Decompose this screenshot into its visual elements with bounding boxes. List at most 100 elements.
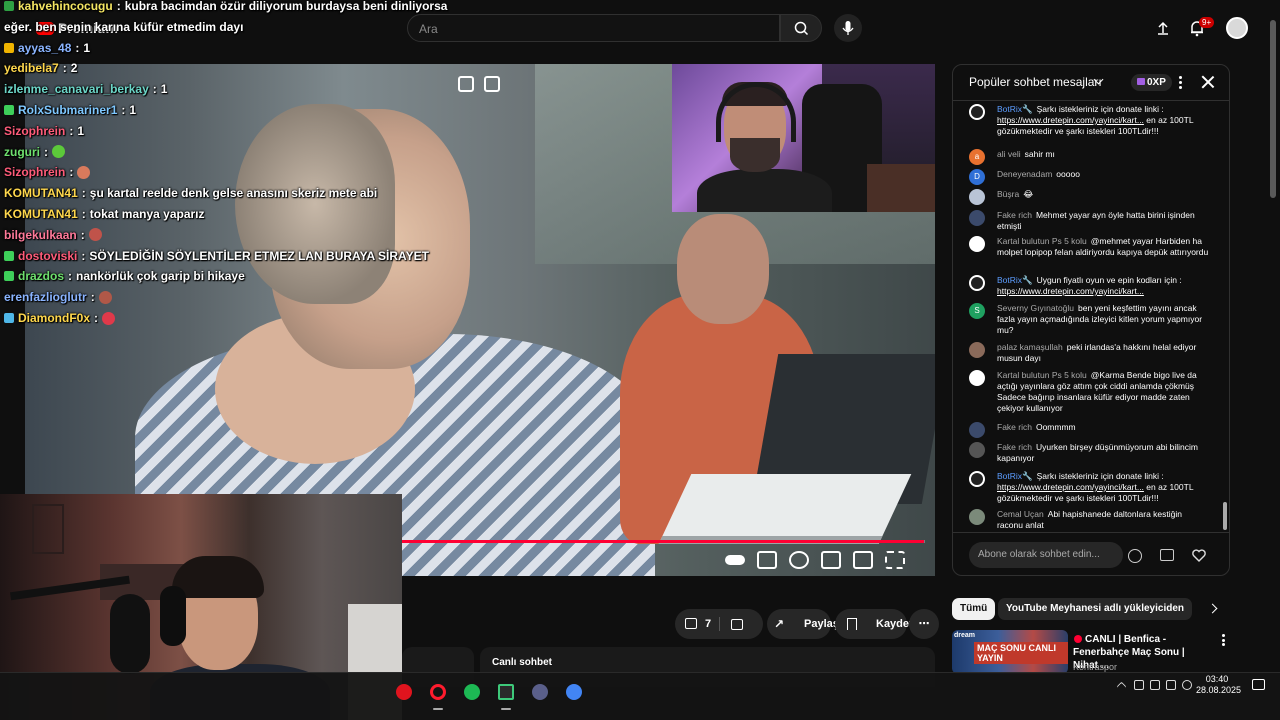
miniplayer-button[interactable] [821,551,841,569]
chat-link[interactable]: https://www.dretepin.com/yayinci/kart... [997,286,1144,296]
chat-avatar[interactable]: a [969,149,985,165]
chat-message-text: Fake rich Uyurken birşey düşünmüyorum abi… [997,442,1209,464]
spotify-icon [464,684,480,700]
media-app[interactable] [527,679,553,705]
chat-author[interactable]: Kartal bulutun Ps 5 kolu [997,236,1087,246]
live-chat-panel: Popüler sohbet mesajları 0XP BotRix🔧 Şark… [952,64,1230,576]
user-badge-icon [4,313,14,323]
ambient-mode-icon[interactable] [484,76,500,92]
like-button[interactable]: 7 [675,609,763,639]
fullscreen-button[interactable] [885,551,905,569]
create-button[interactable] [1153,18,1173,38]
tray-app-icon[interactable] [1134,680,1144,690]
chat-author[interactable]: Fake rich [997,422,1032,432]
chat-avatar[interactable] [969,210,985,226]
video-woman-hair [235,104,395,304]
chat-avatar[interactable] [969,509,985,525]
battery-icon[interactable] [1166,680,1176,690]
chat-scrollbar[interactable] [1223,502,1227,530]
chrome-icon [566,684,582,700]
chevron-right-icon[interactable] [1207,603,1218,614]
voice-search-button[interactable] [834,14,862,42]
chat-author[interactable]: Fake rich [997,442,1032,452]
chat-avatar[interactable] [969,236,985,252]
chat-author[interactable]: BotRix🔧 [997,275,1033,285]
youtube-premium-logo[interactable]: Premium [36,20,118,36]
emoji-icon[interactable] [1128,549,1142,563]
share-button[interactable]: Paylaş [767,609,839,639]
chip-from-uploader[interactable]: YouTube Meyhanesi adlı yükleyiciden [998,598,1193,620]
user-badge-icon [4,271,14,282]
chat-author[interactable]: Cemal Uçan [997,509,1044,519]
chevron-up-icon[interactable] [1116,681,1127,692]
chat-avatar[interactable] [969,442,985,458]
super-chat-icon[interactable] [1160,549,1174,561]
chat-author[interactable]: palaz kamaşullah [997,342,1063,352]
chat-author[interactable]: Kartal bulutun Ps 5 kolu [997,370,1087,380]
chat-input[interactable]: Abone olarak sohbet edin... [969,542,1123,568]
thumbs-down-icon[interactable] [731,619,743,630]
youtube-header: Premium Ara 9+ [0,0,1280,56]
chat-avatar[interactable]: D [969,169,985,185]
more-actions-icon[interactable]: ⋯ [909,609,939,639]
chat-message-text: ali veli sahir mı [997,149,1209,160]
chat-author[interactable]: Fake rich [997,210,1032,220]
notification-center-icon[interactable] [1252,679,1265,690]
system-clock[interactable]: 03:40 28.08.2025 [1196,674,1241,696]
chat-avatar[interactable] [969,342,985,358]
network-icon[interactable] [1182,680,1192,690]
heart-icon[interactable] [1191,547,1207,563]
opera-app[interactable] [425,679,451,710]
chat-header: Popüler sohbet mesajları 0XP [953,65,1229,101]
chat-message-text: Fake rich Oommmm [997,422,1209,433]
miniplayer-icon[interactable] [458,76,474,92]
account-avatar[interactable] [1226,17,1248,39]
chat-author[interactable]: Büşra [997,189,1019,199]
spotify-app[interactable] [459,679,485,705]
chat-avatar[interactable]: S [969,303,985,319]
chat-message-text: Deneyenadam ooooo [997,169,1209,180]
recommended-video-card[interactable]: dream MAÇ SONU CANLI YAYIN CANLI | Benfi… [952,630,1230,674]
chat-avatar[interactable] [969,104,985,120]
chat-avatar[interactable] [969,471,985,487]
settings-gear-icon[interactable] [789,551,809,569]
autoplay-toggle[interactable] [725,555,745,565]
chat-avatar[interactable] [969,422,985,438]
chat-author[interactable]: BotRix🔧 [997,471,1033,481]
chat-avatar[interactable] [969,370,985,386]
chat-avatar[interactable] [969,189,985,205]
recommended-video-channel[interactable]: Kontraspor [1073,662,1117,672]
page-scrollbar[interactable] [1270,20,1276,198]
terminal-app[interactable] [493,679,519,710]
chat-link[interactable]: https://www.dretepin.com/yayinci/kart... [997,115,1144,125]
chip-all[interactable]: Tümü [952,598,996,620]
chat-author[interactable]: ali veli [997,149,1021,159]
more-options-icon[interactable] [1179,76,1183,90]
opera-gx-app[interactable] [391,679,417,705]
terminal-icon [498,684,514,700]
chat-author[interactable]: Severny Gıyınatoğlu [997,303,1074,313]
close-icon[interactable] [1201,75,1215,89]
xp-badge[interactable]: 0XP [1131,74,1172,91]
display-icon[interactable] [1150,680,1160,690]
search-input[interactable]: Ara [407,14,780,42]
chat-mode-title[interactable]: Popüler sohbet mesajları [969,75,1102,89]
chat-avatar[interactable] [969,275,985,291]
video-actions: 7 Paylaş Kaydet ⋯ [675,609,939,639]
media-icon [532,684,548,700]
chat-body: Uygun fiyatlı oyun ve epin kodları için … [1036,275,1182,285]
chrome-app[interactable] [561,679,587,705]
search-button[interactable] [780,14,822,42]
video-thumbnail[interactable]: dream MAÇ SONU CANLI YAYIN [952,630,1068,674]
subtitles-button[interactable] [757,551,777,569]
chat-message-text: Cemal Uçan Abi hapishanede daltonlara kes… [997,509,1209,531]
theater-mode-button[interactable] [853,551,873,569]
chat-link[interactable]: https://www.dretepin.com/yayinci/kart... [997,482,1144,492]
save-button[interactable]: Kaydet [835,609,913,639]
chat-message-list[interactable]: BotRix🔧 Şarkı istekleriniz için donate li… [953,102,1229,532]
chat-author[interactable]: BotRix🔧 [997,104,1033,114]
more-options-icon[interactable] [1222,634,1225,646]
chat-message-text: Fake rich Mehmet yayar ayn öyle hatta bir… [997,210,1209,232]
chat-author[interactable]: Deneyenadam [997,169,1052,179]
like-divider [719,617,720,631]
